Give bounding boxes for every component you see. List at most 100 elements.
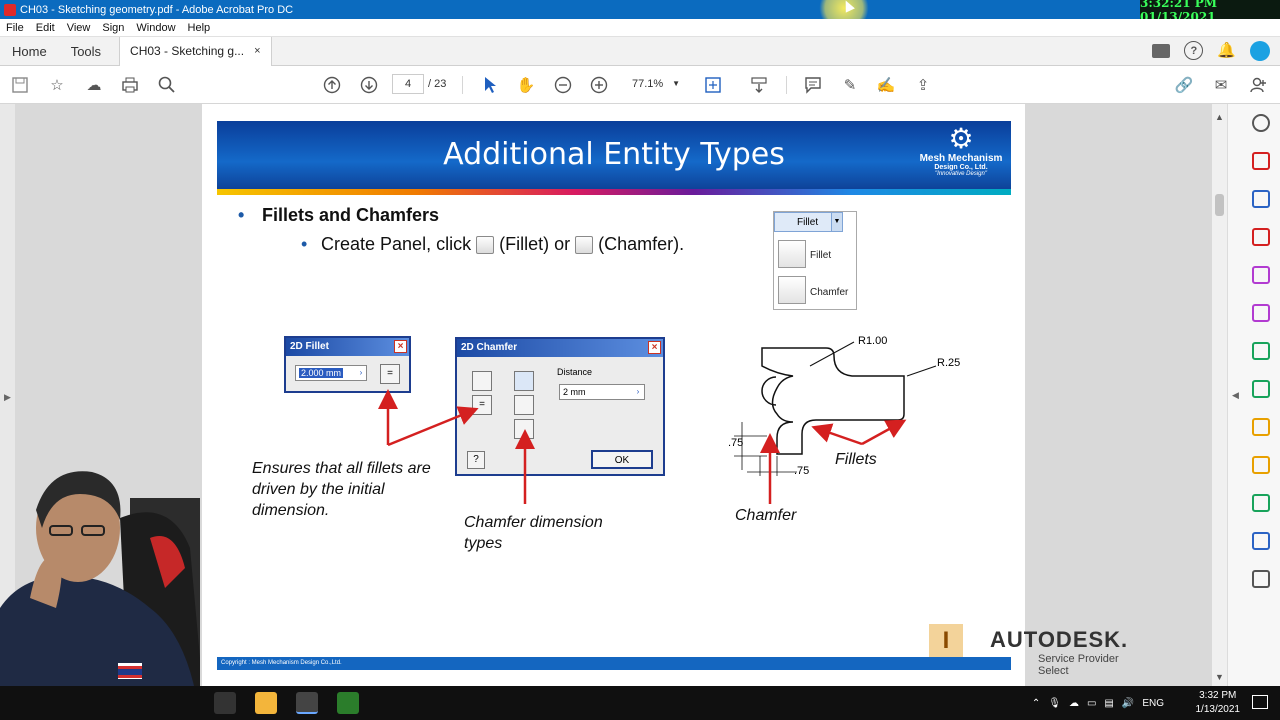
notification-center-icon[interactable] (1252, 695, 1268, 709)
comment-icon[interactable] (803, 75, 823, 95)
dim-vertical: .75 (728, 437, 744, 449)
tab-bar: Home Tools CH03 - Sketching g... × ? 🔔 (0, 36, 1280, 66)
pdf-page: Additional Entity Types ⚙ Mesh Mechanism… (202, 104, 1127, 686)
menu-file[interactable]: File (0, 22, 30, 34)
tab-document[interactable]: CH03 - Sketching g... × (119, 36, 272, 66)
inventor-logo-icon: I (929, 624, 963, 658)
combine-files-icon[interactable] (1252, 190, 1270, 208)
window-title: CH03 - Sketching geometry.pdf - Adobe Ac… (20, 3, 294, 16)
menu-help[interactable]: Help (182, 22, 217, 34)
network-icon[interactable]: ▤ (1104, 698, 1113, 709)
document-tab-label: CH03 - Sketching g... (130, 44, 245, 58)
taskbar-time: 3:32 PM (1199, 690, 1237, 701)
inventor-taskbar-icon[interactable] (255, 692, 277, 714)
fit-page-icon[interactable] (703, 75, 723, 95)
zoom-in-icon[interactable] (589, 75, 609, 95)
tabbar-right-icons: ? 🔔 (1152, 41, 1270, 61)
print-production-icon[interactable] (1252, 494, 1270, 512)
webcam-presenter-image (0, 471, 200, 720)
share-export-icon[interactable]: ⇪ (913, 75, 933, 95)
save-icon[interactable] (10, 75, 30, 95)
fillets-label: Fillets (835, 451, 877, 468)
comment-bubble-icon[interactable] (1152, 44, 1171, 58)
menu-window[interactable]: Window (130, 22, 181, 34)
tab-home[interactable]: Home (0, 44, 59, 59)
organize-pages-icon[interactable] (1252, 228, 1270, 246)
annotation-arrows (378, 341, 937, 504)
next-page-icon[interactable] (359, 75, 379, 95)
taskbar-clock[interactable]: 3:32 PM 1/13/2021 (1196, 689, 1241, 717)
upload-cloud-icon[interactable]: ☁ (84, 75, 104, 95)
select-cursor-icon[interactable] (480, 75, 500, 95)
more-tools-icon[interactable] (1252, 570, 1270, 588)
chamfer-label: Chamfer (735, 507, 797, 524)
hand-tool-icon[interactable]: ✋ (516, 75, 536, 95)
cloud-icon[interactable]: ☁ (1069, 698, 1079, 709)
language-indicator[interactable]: ENG (1142, 698, 1164, 709)
acrobat-app-icon (4, 3, 16, 16)
clock-overlay: 3:32:21 PM 01/13/2021 (1140, 0, 1280, 24)
fillet-note: Ensures that all fillets are driven by t… (252, 460, 431, 519)
bell-icon[interactable]: 🔔 (1217, 41, 1236, 61)
add-user-icon[interactable] (1248, 75, 1268, 95)
zoom-level-select[interactable]: 77.1% ▼ (624, 74, 686, 94)
autodesk-name: AUTODESK. (990, 627, 1129, 652)
dim-horizontal: .75 (794, 465, 810, 477)
autodesk-sub: Service Provider Select (1038, 653, 1119, 677)
dim-r2: R.25 (937, 357, 961, 369)
scan-ocr-icon[interactable] (1252, 380, 1270, 398)
chevron-up-icon[interactable]: ⌃ (1032, 698, 1040, 709)
menu-sign[interactable]: Sign (96, 22, 130, 34)
bookmark-star-icon[interactable]: ☆ (47, 75, 67, 95)
account-avatar[interactable] (1250, 41, 1270, 61)
microphone-icon[interactable]: 🎙 (1048, 698, 1061, 709)
dim-r1: R1.00 (858, 335, 888, 347)
expand-left-pane-icon[interactable]: ▶ (4, 392, 11, 403)
chamfer-types-note: Chamfer dimension types (464, 514, 603, 552)
camtasia-taskbar-icon[interactable] (337, 692, 359, 714)
menu-edit[interactable]: Edit (30, 22, 61, 34)
chevron-down-icon: ▼ (672, 79, 680, 88)
tab-tools[interactable]: Tools (59, 44, 113, 59)
battery-icon[interactable]: ▭ (1087, 698, 1096, 709)
zoom-out-icon[interactable] (553, 75, 573, 95)
mail-icon[interactable]: ✉ (1211, 75, 1231, 95)
request-signature-icon[interactable] (1252, 418, 1270, 436)
comment-tool-icon[interactable] (1252, 456, 1270, 474)
create-pdf-icon[interactable] (1252, 152, 1270, 170)
right-tools-pane: ◀ (1227, 104, 1280, 686)
vertical-scrollbar[interactable]: ▲ ▼ (1212, 104, 1227, 686)
collapse-pane-icon[interactable]: ◀ (1232, 390, 1239, 401)
export-pdf-icon[interactable] (1252, 342, 1270, 360)
scroll-down-icon[interactable]: ▼ (1215, 672, 1224, 682)
acrobat-taskbar-icon[interactable] (296, 692, 318, 714)
protect-shield-icon[interactable] (1252, 532, 1270, 550)
store-icon[interactable] (214, 692, 236, 714)
scroll-mode-icon[interactable] (749, 75, 769, 95)
window-title-bar: CH03 - Sketching geometry.pdf - Adobe Ac… (0, 0, 1280, 30)
volume-icon[interactable]: 🔊 (1122, 698, 1134, 709)
previous-page-icon[interactable] (322, 75, 342, 95)
scrollbar-thumb[interactable] (1215, 194, 1224, 216)
page-total: / 23 (428, 78, 447, 90)
link-icon[interactable]: 🔗 (1174, 75, 1194, 95)
menu-view[interactable]: View (61, 22, 97, 34)
search-zoom-icon[interactable] (157, 75, 177, 95)
toolbar-separator (786, 76, 787, 94)
print-icon[interactable] (120, 75, 140, 95)
close-tab-button[interactable]: × (254, 45, 260, 57)
zoom-level-value: 77.1% (632, 78, 664, 90)
sign-pen-icon[interactable]: ✍ (876, 75, 896, 95)
main-toolbar: ☆ ☁ 4 / 23 ✋ 77.1% ▼ ✎ ✍ ⇪ 🔗 ✉ (0, 66, 1280, 104)
page-number-input[interactable]: 4 (392, 74, 424, 94)
fill-sign-icon[interactable] (1252, 304, 1270, 322)
toolbar-separator (462, 76, 463, 94)
slide-footer: Copyright : Mesh Mechanism Design Co.,Lt… (217, 657, 1011, 670)
edit-pdf-icon[interactable] (1252, 266, 1270, 284)
scroll-up-icon[interactable]: ▲ (1215, 112, 1224, 122)
menu-bar: File Edit View Sign Window Help (0, 19, 1280, 37)
search-tool-icon[interactable] (1252, 114, 1270, 132)
help-icon[interactable]: ? (1184, 41, 1204, 60)
highlight-pen-icon[interactable]: ✎ (840, 75, 860, 95)
autodesk-logo: AUTODESK. Service Provider Select (990, 627, 1150, 677)
